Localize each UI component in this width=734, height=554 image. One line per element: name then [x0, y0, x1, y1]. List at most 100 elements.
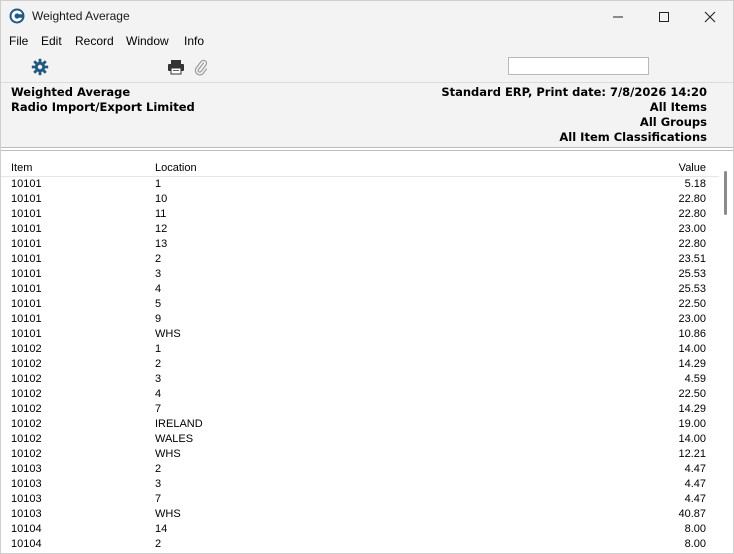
table-row[interactable]: 10101 12 23.00 — [1, 222, 719, 237]
table-row[interactable]: 10102 IRELAND 19.00 — [1, 417, 719, 432]
maximize-button[interactable] — [641, 1, 687, 32]
row-value: 22.80 — [678, 238, 706, 250]
table-row[interactable]: 10101 4 25.53 — [1, 282, 719, 297]
report-body[interactable]: Item Location Value 10101 1 5.18 10101 10 22.… — [1, 151, 733, 553]
vertical-scrollbar[interactable] — [719, 151, 733, 553]
table-row[interactable]: 10101 9 23.00 — [1, 312, 719, 327]
report-header-left: Weighted Average Radio Import/Export Lim… — [11, 85, 195, 115]
row-location: 9 — [155, 313, 162, 325]
table-row[interactable]: 10101 3 25.53 — [1, 267, 719, 282]
table-row[interactable]: 10104 2 8.00 — [1, 537, 719, 552]
row-item: 10103 — [11, 478, 42, 490]
row-value: 4.47 — [684, 463, 706, 475]
table-row[interactable]: 10101 10 22.80 — [1, 192, 719, 207]
row-location: WHS — [155, 448, 181, 460]
report-header-right: Standard ERP, Print date: 7/8/2026 14:20… — [441, 85, 707, 145]
company-name: Radio Import/Export Limited — [11, 100, 195, 114]
close-icon — [704, 11, 716, 22]
divider — [1, 147, 733, 148]
row-location: WHS — [155, 328, 181, 340]
paperclip-icon[interactable] — [194, 58, 208, 76]
table-row[interactable]: 10104 14 8.00 — [1, 522, 719, 537]
column-header-value: Value — [678, 162, 706, 174]
row-item: 10102 — [11, 343, 42, 355]
row-item: 10101 — [11, 313, 42, 325]
row-value: 10.86 — [678, 328, 706, 340]
table-row[interactable]: 10101 2 23.51 — [1, 252, 719, 267]
row-value: 4.59 — [684, 373, 706, 385]
menu-record[interactable]: Record — [75, 34, 114, 48]
table-row[interactable]: 10101 1 5.18 — [1, 177, 719, 192]
row-value: 8.00 — [684, 538, 706, 550]
table-row[interactable]: 10101 5 22.50 — [1, 297, 719, 312]
table-row[interactable]: 10102 3 4.59 — [1, 372, 719, 387]
row-value: 23.00 — [678, 313, 706, 325]
row-value: 22.80 — [678, 208, 706, 220]
row-item: 10101 — [11, 253, 42, 265]
row-value: 22.80 — [678, 193, 706, 205]
filter-classifications: All Item Classifications — [559, 130, 707, 144]
row-value: 25.53 — [678, 283, 706, 295]
minimize-button[interactable] — [595, 1, 641, 32]
row-value: 4.47 — [684, 478, 706, 490]
row-item: 10101 — [11, 283, 42, 295]
table-row[interactable]: 10101 WHS 10.86 — [1, 327, 719, 342]
print-info: Standard ERP, Print date: 7/8/2026 14:20 — [441, 85, 707, 99]
row-value: 22.50 — [678, 298, 706, 310]
table-row[interactable]: 10102 2 14.29 — [1, 357, 719, 372]
title-bar[interactable]: Weighted Average — [1, 1, 733, 32]
row-item: 10101 — [11, 268, 42, 280]
filter-items: All Items — [649, 100, 707, 114]
row-location: WHS — [155, 508, 181, 520]
table-row[interactable]: 10102 7 14.29 — [1, 402, 719, 417]
row-value: 14.00 — [678, 343, 706, 355]
table-row[interactable]: 10102 WHS 12.21 — [1, 447, 719, 462]
row-location: 2 — [155, 358, 162, 370]
table-row[interactable]: 10101 11 22.80 — [1, 207, 719, 222]
row-value: 12.21 — [678, 448, 706, 460]
print-icon[interactable] — [167, 59, 185, 75]
menu-file[interactable]: File — [9, 34, 28, 48]
row-item: 10101 — [11, 223, 42, 235]
menu-edit[interactable]: Edit — [41, 34, 62, 48]
report-header: Weighted Average Radio Import/Export Lim… — [1, 83, 733, 147]
row-item: 10103 — [11, 508, 42, 520]
column-header-location: Location — [155, 162, 197, 174]
table-row[interactable]: 10103 WHS 40.87 — [1, 507, 719, 522]
row-location: 13 — [155, 238, 168, 250]
row-location: 2 — [155, 463, 162, 475]
menu-info[interactable]: Info — [184, 34, 204, 48]
close-button[interactable] — [687, 1, 733, 32]
row-value: 5.18 — [684, 178, 706, 190]
row-location: 7 — [155, 493, 162, 505]
row-location: 3 — [155, 478, 162, 490]
maximize-icon — [659, 11, 669, 22]
table-row[interactable]: 10103 3 4.47 — [1, 477, 719, 492]
menu-window[interactable]: Window — [126, 34, 169, 48]
row-item: 10101 — [11, 328, 42, 340]
search-input[interactable] — [508, 57, 649, 75]
row-location: 5 — [155, 298, 162, 310]
row-value: 14.29 — [678, 358, 706, 370]
gear-icon[interactable] — [31, 58, 49, 76]
scrollbar-thumb[interactable] — [724, 171, 727, 215]
menu-bar: File Edit Record Window Info — [1, 32, 733, 52]
table-row[interactable]: 10102 WALES 14.00 — [1, 432, 719, 447]
table-row[interactable]: 10101 13 22.80 — [1, 237, 719, 252]
row-location: 12 — [155, 223, 168, 235]
row-item: 10103 — [11, 493, 42, 505]
row-item: 10102 — [11, 433, 42, 445]
table-row[interactable]: 10103 2 4.47 — [1, 462, 719, 477]
table-row[interactable]: 10102 1 14.00 — [1, 342, 719, 357]
table-row[interactable]: 10102 4 22.50 — [1, 387, 719, 402]
column-header-item: Item — [11, 162, 33, 174]
row-value: 19.00 — [678, 418, 706, 430]
table-row[interactable]: 10103 7 4.47 — [1, 492, 719, 507]
row-location: 3 — [155, 268, 162, 280]
row-value: 8.00 — [684, 523, 706, 535]
row-item: 10101 — [11, 298, 42, 310]
row-item: 10102 — [11, 388, 42, 400]
row-location: 4 — [155, 388, 162, 400]
row-value: 23.51 — [678, 253, 706, 265]
row-location: 7 — [155, 403, 162, 415]
